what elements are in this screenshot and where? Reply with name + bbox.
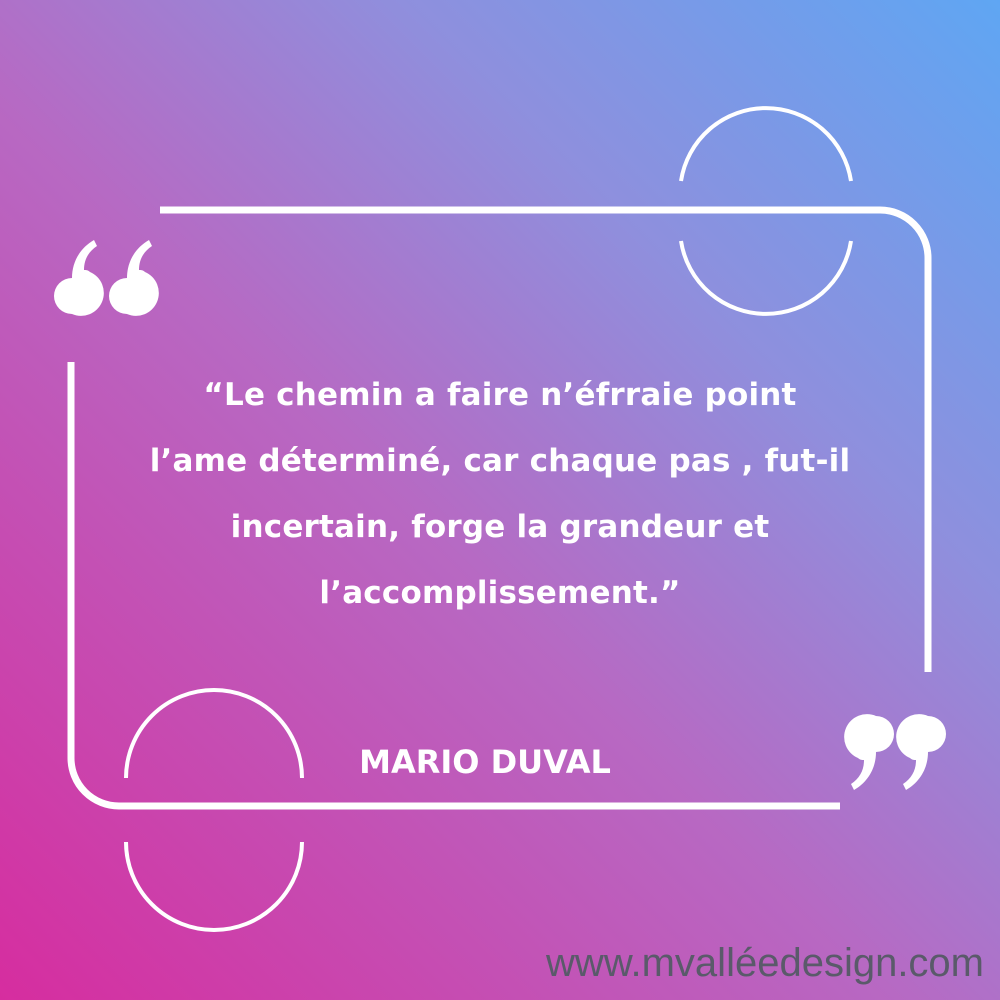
author-name: MARIO DUVAL — [359, 743, 611, 781]
quote-line: l’ame déterminé, car chaque pas , fut-il — [149, 443, 851, 479]
top-circle-lower-arc — [679, 240, 853, 316]
quote-line: l’accomplissement.” — [319, 575, 681, 611]
top-circle-upper-arc — [679, 106, 853, 182]
quote-text: “Le chemin a faire n’éfrraie point l’ame… — [110, 362, 890, 626]
close-quote-mark-icon — [844, 714, 946, 790]
bottom-circle-lower-arc — [124, 841, 304, 932]
website-url: www.mvalléedesign.com — [546, 941, 984, 985]
quote-line: “Le chemin a faire n’éfrraie point — [203, 377, 797, 413]
quote-line: incertain, forge la grandeur et — [230, 509, 770, 545]
open-quote-mark-icon — [54, 240, 159, 316]
bottom-circle-upper-arc — [124, 688, 304, 779]
